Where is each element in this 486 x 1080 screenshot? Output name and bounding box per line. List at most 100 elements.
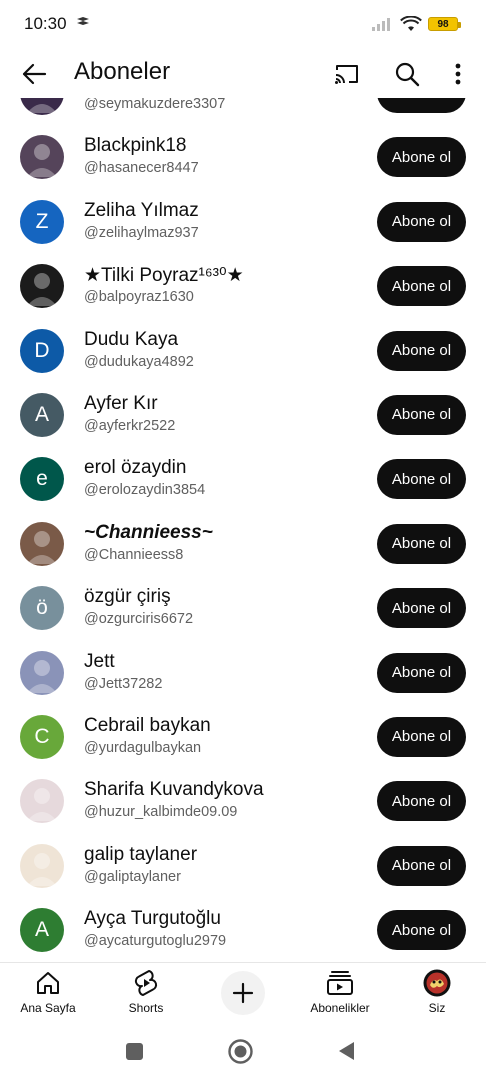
avatar[interactable] [20, 779, 64, 824]
recent-apps-button[interactable] [126, 1043, 143, 1060]
nav-you[interactable]: Siz [397, 969, 477, 1015]
avatar[interactable]: A [20, 908, 64, 953]
subscriber-row[interactable]: Z Zeliha Yılmaz @zelihaylmaz937 Abone ol [0, 190, 486, 254]
subscriber-name[interactable]: Dudu Kaya [84, 329, 178, 351]
subscriber-name[interactable]: Sharifa Kuvandykova [84, 779, 264, 801]
subscriber-name[interactable]: ★Tilki Poyraz¹⁶³⁰★ [84, 264, 244, 287]
page-title: Aboneler [74, 58, 171, 85]
signal-icon [372, 18, 390, 31]
avatar-letter: A [34, 402, 49, 426]
cast-button[interactable] [330, 57, 364, 91]
subscribe-button[interactable]: Abone ol [377, 716, 466, 757]
subscribe-button[interactable]: Abone ol [377, 266, 466, 307]
subscriber-row[interactable]: Sharifa Kuvandykova @huzur_kalbimde09.09 A… [0, 769, 486, 833]
avatar[interactable]: A [20, 392, 64, 437]
avatar-photo [27, 273, 57, 307]
avatar-photo [27, 852, 57, 886]
subscriber-handle: @ayferkr2522 [84, 417, 176, 434]
create-button[interactable] [221, 971, 265, 1015]
avatar-letter: e [36, 467, 48, 491]
nav-home[interactable]: Ana Sayfa [8, 969, 88, 1015]
avatar[interactable] [20, 135, 64, 180]
subscribe-button[interactable]: Abone ol [377, 137, 466, 178]
subscribe-button[interactable]: Abone ol [377, 588, 466, 629]
subscribe-button[interactable]: Abone ol [377, 201, 466, 242]
subscribe-button[interactable]: Abone ol [377, 523, 466, 564]
subscriber-row[interactable]: D Dudu Kaya @dudukaya4892 Abone ol [0, 319, 486, 383]
system-navigation-bar [0, 1022, 486, 1080]
subscriber-handle: @yurdagulbaykan [84, 739, 202, 756]
avatar[interactable]: ö [20, 586, 64, 631]
status-time: 10:30 [24, 14, 67, 33]
search-button[interactable] [390, 57, 424, 91]
subscriber-list[interactable]: @seymakuzdere3307 Abone ol Blackpink18 @has… [0, 98, 486, 962]
subscriber-row[interactable]: e erol özaydin @erolozaydin3854 Abone ol [0, 447, 486, 511]
subscriber-handle: @Channieess8 [84, 546, 184, 563]
nav-shorts[interactable]: Shorts [106, 969, 186, 1015]
subscribe-button[interactable]: Abone ol [377, 781, 466, 822]
more-vertical-icon [455, 63, 461, 85]
battery-level: 98 [437, 18, 449, 30]
avatar[interactable]: C [20, 714, 64, 759]
subscribe-button[interactable]: Abone ol [377, 910, 466, 951]
subscriber-row[interactable]: C Cebrail baykan @yurdagulbaykan Abone ol [0, 705, 486, 769]
nav-you-label: Siz [428, 1001, 446, 1015]
search-icon [395, 62, 420, 87]
avatar-photo [27, 104, 57, 113]
avatar[interactable]: e [20, 457, 64, 502]
subscriber-row[interactable]: galip taylaner @galiptaylaner Abone ol [0, 834, 486, 898]
home-system-button[interactable] [228, 1039, 253, 1064]
avatar[interactable] [20, 650, 64, 695]
subscriber-handle: @zelihaylmaz937 [84, 224, 199, 241]
subscribe-button[interactable]: Abone ol [377, 652, 466, 693]
avatar[interactable] [20, 843, 64, 888]
profile-avatar [423, 969, 451, 997]
subscriber-row[interactable]: A Ayfer Kır @ayferkr2522 Abone ol [0, 383, 486, 447]
subscriber-name[interactable]: Ayfer Kır [84, 393, 158, 415]
cast-icon [335, 65, 358, 84]
subscriptions-icon [327, 971, 353, 995]
subscriber-handle: @balpoyraz1630 [84, 289, 194, 306]
more-options-button[interactable] [444, 57, 472, 91]
avatar[interactable] [20, 264, 64, 309]
subscriber-name[interactable]: erol özaydin [84, 457, 186, 479]
back-system-button[interactable] [336, 1040, 358, 1062]
subscriber-handle: @erolozaydin3854 [84, 482, 206, 499]
subscribe-button[interactable]: Abone ol [377, 394, 466, 435]
subscribe-button[interactable]: Abone ol [377, 459, 466, 500]
subscriber-handle: @galiptaylaner [84, 868, 181, 885]
avatar[interactable]: D [20, 328, 64, 373]
subscriber-name[interactable]: Cebrail baykan [84, 715, 211, 737]
subscriber-row[interactable]: ~Channieess~ @Channieess8 Abone ol [0, 512, 486, 576]
subscriber-row[interactable]: @seymakuzdere3307 Abone ol [0, 98, 486, 125]
avatar-letter: ö [36, 596, 48, 620]
subscriber-name[interactable]: galip taylaner [84, 844, 197, 866]
subscribe-button[interactable]: Abone ol [377, 845, 466, 886]
subscriber-name[interactable]: ~Channieess~ [84, 522, 213, 544]
avatar[interactable]: Z [20, 199, 64, 244]
subscribe-button[interactable]: Abone ol [377, 330, 466, 371]
subscriber-row[interactable]: ö özgür çiriş @ozgurciris6672 Abone ol [0, 576, 486, 640]
subscriber-name[interactable]: Zeliha Yılmaz [84, 200, 199, 222]
subscriber-name[interactable]: Blackpink18 [84, 135, 186, 157]
subscriber-handle: @dudukaya4892 [84, 353, 194, 370]
avatar-photo [27, 788, 57, 822]
subscriber-name[interactable]: Ayça Turgutoğlu [84, 908, 221, 930]
subscriber-row[interactable]: Blackpink18 @hasanecer8447 Abone ol [0, 125, 486, 189]
avatar[interactable] [20, 521, 64, 566]
back-button[interactable] [16, 56, 52, 92]
wifi-icon [400, 16, 422, 31]
subscriber-row[interactable]: ★Tilki Poyraz¹⁶³⁰★ @balpoyraz1630 Abone ol [0, 254, 486, 318]
battery-indicator: 98 [428, 17, 461, 31]
arrow-back-icon [22, 63, 47, 85]
nav-shorts-label: Shorts [128, 1001, 164, 1015]
avatar-letter: D [34, 338, 50, 362]
subscriber-row[interactable]: Jett @Jett37282 Abone ol [0, 641, 486, 705]
subscribe-button[interactable]: Abone ol [377, 98, 466, 113]
nav-subscriptions[interactable]: Abonelikler [300, 969, 380, 1015]
avatar[interactable] [20, 98, 64, 115]
subscriber-list-content: @seymakuzdere3307 Abone ol Blackpink18 @has… [0, 98, 486, 962]
subscriber-name[interactable]: Jett [84, 651, 115, 673]
subscriber-row[interactable]: A Ayça Turgutoğlu @aycaturgutoglu2979 Abone… [0, 898, 486, 962]
subscriber-name[interactable]: özgür çiriş [84, 586, 171, 608]
